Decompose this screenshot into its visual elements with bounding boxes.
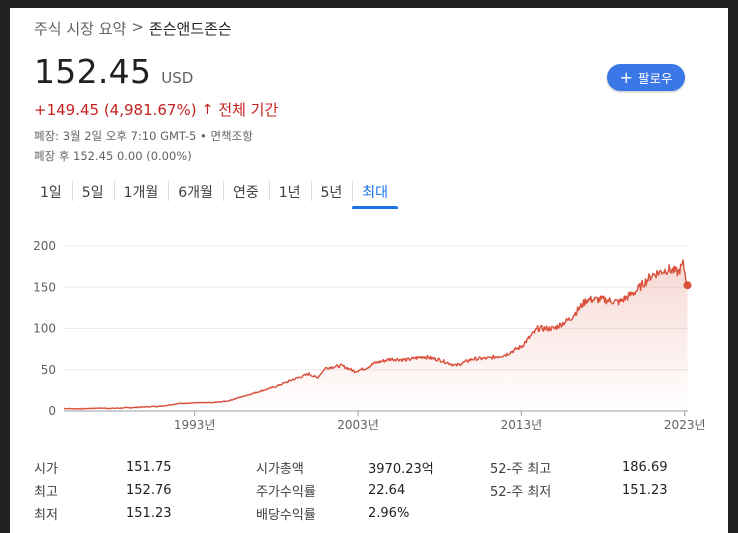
close-info: 폐장: 3월 2일 오후 7:10 GMT-5 • 면책조항 xyxy=(34,129,253,143)
breadcrumb: 주식 시장 요약 > 존슨앤드존슨 xyxy=(34,18,232,39)
stat-value-open: 151.75 xyxy=(126,460,172,475)
stat-value-52w-low: 151.23 xyxy=(622,483,668,498)
stat-label-open: 시가 xyxy=(34,462,58,477)
stat-label-52w-high: 52-주 최고 xyxy=(490,462,552,477)
arrow-up-icon: ↑ xyxy=(201,101,214,118)
after-hours-info: 폐장 후 152.45 0.00 (0.00%) xyxy=(34,149,192,163)
range-tabs: 1일 5일 1개월 6개월 연중 1년 5년 최대 xyxy=(30,178,398,209)
stats-row: 시가 151.75 시가총액 3970.23억 52-주 최고 186.69 xyxy=(34,456,714,479)
price-change: +149.45 (4,981.67%) ↑ 전체 기간 xyxy=(34,99,278,120)
last-price-dot xyxy=(683,281,692,290)
stat-value-52w-high: 186.69 xyxy=(622,460,668,475)
stat-value-high: 152.76 xyxy=(126,483,172,498)
stat-value-dividend-yield: 2.96% xyxy=(368,506,410,521)
tab-1-month[interactable]: 1개월 xyxy=(113,178,169,206)
stat-value-market-cap: 3970.23억 xyxy=(368,462,434,477)
breadcrumb-current: 존슨앤드존슨 xyxy=(148,20,232,38)
price-chart[interactable]: 0 50 100 150 200 1993년 2003년 2013년 2023년 xyxy=(30,238,710,450)
y-tick-label: 50 xyxy=(41,363,56,377)
price-area xyxy=(64,259,688,411)
y-tick-label: 150 xyxy=(33,280,56,294)
y-tick-label: 100 xyxy=(33,322,56,336)
tab-1-year[interactable]: 1년 xyxy=(268,178,311,206)
change-period: 전체 기간 xyxy=(218,101,279,119)
stat-value-pe-ratio: 22.64 xyxy=(368,483,406,498)
change-value: +149.45 (4,981.67%) xyxy=(34,100,197,119)
tab-5-days[interactable]: 5일 xyxy=(71,178,114,206)
price-row: 152.45 USD xyxy=(34,52,193,91)
stock-summary-card: 주식 시장 요약 > 존슨앤드존슨 152.45 USD +149.45 (4,… xyxy=(10,8,728,533)
stats-row: 최고 152.76 주가수익률 22.64 52-주 최저 151.23 xyxy=(34,479,714,502)
tab-6-months[interactable]: 6개월 xyxy=(168,178,223,206)
breadcrumb-parent-link[interactable]: 주식 시장 요약 xyxy=(34,18,126,39)
tab-ytd[interactable]: 연중 xyxy=(222,178,269,206)
tab-5-years[interactable]: 5년 xyxy=(310,178,353,206)
tab-1-day[interactable]: 1일 xyxy=(30,178,72,206)
stat-label-pe-ratio: 주가수익률 xyxy=(256,485,316,500)
stat-label-dividend-yield: 배당수익률 xyxy=(256,508,316,523)
currency-label: USD xyxy=(161,69,194,87)
x-tick-label: 2013년 xyxy=(501,418,543,432)
stats-table: 시가 151.75 시가총액 3970.23억 52-주 최고 186.69 최… xyxy=(34,456,714,525)
stat-label-52w-low: 52-주 최저 xyxy=(490,485,552,500)
stats-row: 최저 151.23 배당수익률 2.96% xyxy=(34,502,714,525)
x-tick-label: 1993년 xyxy=(174,418,216,432)
breadcrumb-separator: > xyxy=(131,18,144,36)
tab-max[interactable]: 최대 xyxy=(352,178,398,209)
x-tick-label: 2003년 xyxy=(337,418,379,432)
stat-value-low: 151.23 xyxy=(126,506,172,521)
y-tick-label: 200 xyxy=(33,239,56,253)
current-price: 152.45 xyxy=(34,52,152,91)
y-tick-label: 0 xyxy=(48,404,56,418)
stat-label-high: 최고 xyxy=(34,485,58,500)
x-tick-label: 2023년 xyxy=(664,418,706,432)
follow-button[interactable]: + 팔로우 xyxy=(607,64,685,91)
plus-icon: + xyxy=(619,67,633,87)
stat-label-low: 최저 xyxy=(34,508,58,523)
follow-label: 팔로우 xyxy=(637,71,673,86)
stat-label-market-cap: 시가총액 xyxy=(256,462,304,477)
